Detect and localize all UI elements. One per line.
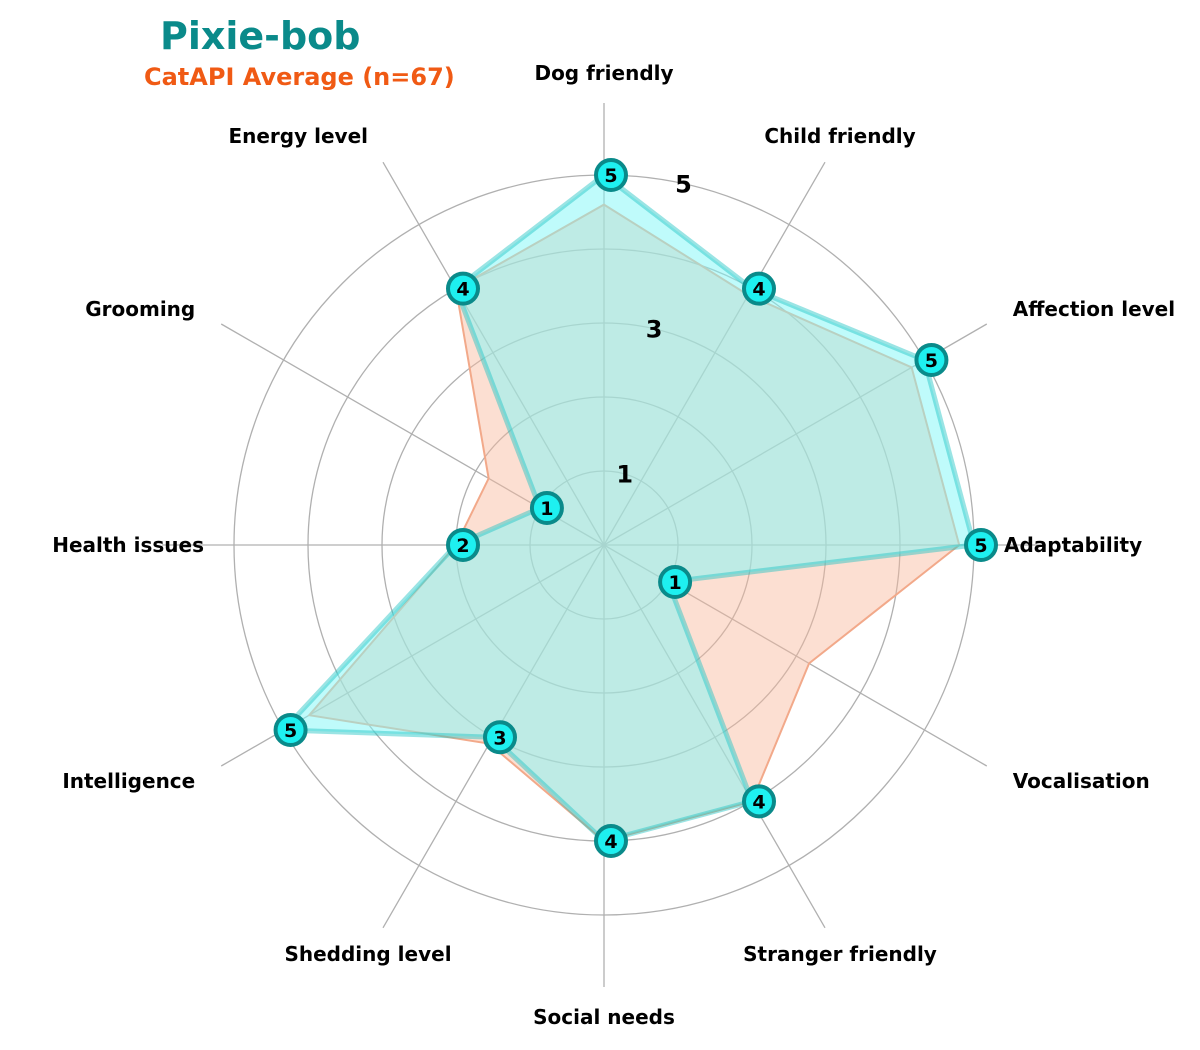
data-label: 4	[604, 831, 617, 853]
axis-label: Adaptability	[1004, 533, 1142, 557]
axis-label: Energy level	[228, 124, 368, 148]
axis-label: Child friendly	[764, 124, 915, 148]
radial-tick-label: 1	[616, 460, 633, 488]
data-label: 5	[604, 165, 617, 187]
axis-label: Health issues	[52, 533, 204, 557]
radial-tick-label: 5	[675, 170, 692, 198]
data-label: 5	[974, 535, 987, 557]
data-label: 5	[284, 720, 297, 742]
data-label: 4	[752, 791, 765, 813]
axis-label: Social needs	[533, 1005, 675, 1029]
data-label: 2	[456, 535, 469, 557]
axis-label: Affection level	[1013, 297, 1175, 321]
data-label: 4	[456, 279, 469, 301]
breed-series-layer	[281, 172, 977, 844]
radial-tick-label: 3	[646, 315, 663, 343]
axis-label: Shedding level	[284, 942, 451, 966]
axis-label: Stranger friendly	[743, 942, 937, 966]
data-label: 5	[925, 350, 938, 372]
axis-label: Vocalisation	[1013, 769, 1150, 793]
breed-series-area	[281, 172, 977, 844]
data-label: 4	[752, 279, 765, 301]
data-label: 1	[668, 572, 681, 594]
data-label: 1	[540, 498, 553, 520]
axis-label: Dog friendly	[534, 61, 673, 85]
data-label: 3	[493, 727, 506, 749]
radar-chart: 1 3 5 Dog friendly Child friendly Affection …	[52, 61, 1175, 1029]
axis-label: Grooming	[85, 297, 195, 321]
axis-label: Intelligence	[62, 769, 195, 793]
